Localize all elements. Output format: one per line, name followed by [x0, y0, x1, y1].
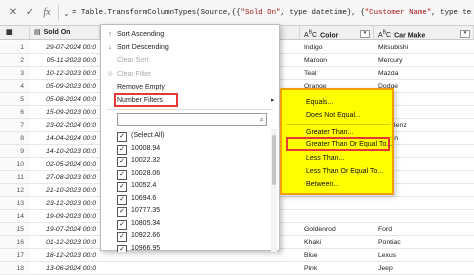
search-icon: ⌕	[259, 115, 264, 124]
filter-icon: ⊘	[107, 71, 113, 78]
chevron-down-icon[interactable]: ▾	[460, 30, 470, 38]
filter-value-item[interactable]: ✓ 10008.94	[117, 142, 160, 155]
chevron-down-icon[interactable]: ▾	[360, 30, 370, 38]
filter-value-item[interactable]: ✓ 10922.66	[117, 229, 160, 242]
text-type-icon: ABC	[304, 30, 318, 40]
formula-input[interactable]: = Table.TransformColumnTypes(Source,{{"S…	[72, 6, 472, 20]
submenu-item-equals[interactable]: Equals...	[306, 97, 333, 109]
submenu-item-less-than[interactable]: Less Than...	[306, 153, 344, 165]
menu-item-clear-sort: Clear Sort	[117, 57, 149, 64]
menu-divider	[107, 109, 273, 110]
sort-ascending-icon: ↑	[108, 31, 112, 38]
column-header-color[interactable]: ABC Color ▾	[300, 26, 374, 40]
menu-item-sort-descending[interactable]: Sort Descending	[117, 41, 169, 54]
formula-bar: ✕ ✓ fx ⌄ = Table.TransformColumnTypes(So…	[0, 0, 474, 26]
checkbox-icon[interactable]: ✓	[117, 157, 127, 167]
formula-string: "Customer Name"	[364, 9, 432, 17]
text-type-icon: ABC	[378, 30, 392, 40]
checkbox-icon[interactable]: ✓	[117, 169, 127, 180]
filter-value-item[interactable]: ✓ 10052.4	[117, 179, 156, 192]
submenu-item-does-not-equal[interactable]: Does Not Equal...	[306, 110, 361, 122]
number-filters-submenu: Equals... Does Not Equal... Greater Than…	[280, 88, 394, 195]
filter-value-item[interactable]: ✓ 10022.32	[117, 154, 160, 167]
filter-value-item[interactable]: ✓ 10694.6	[117, 192, 156, 205]
filter-value-label: 10008.94	[131, 144, 161, 152]
filter-value-label: 10966.95	[131, 244, 161, 252]
chevron-right-icon: ▸	[271, 97, 275, 104]
filter-value-item[interactable]: ✓ 10777.35	[117, 204, 160, 217]
formula-text-prefix: = Table.TransformColumnTypes(Source,{{	[72, 9, 241, 17]
filter-value-list: ✓ (Select All) ✓ 10008.94 ✓ 10022.32 ✓ 10028.06…	[117, 129, 277, 252]
column-header-label: Color	[320, 32, 339, 40]
submenu-divider	[286, 124, 390, 125]
select-all-checkbox[interactable]: ✓ (Select All)	[117, 129, 164, 142]
filter-value-item[interactable]: ✓ 10805.34	[117, 217, 160, 230]
filter-value-label: 10052.4	[131, 182, 157, 189]
menu-item-clear-filter: Clear Filter	[117, 71, 152, 78]
filter-value-item[interactable]: ✓ 10966.95	[117, 242, 161, 252]
menu-item-number-filters[interactable]: Number Filters	[117, 94, 163, 107]
filter-value-item[interactable]: ✓ 10028.06	[117, 167, 160, 180]
formula-string: "Sold On"	[240, 9, 281, 17]
column-header-hidden	[280, 26, 300, 40]
menu-item-sort-ascending[interactable]: Sort Ascending	[117, 28, 164, 41]
formula-text-mid: , type text},	[431, 9, 472, 17]
column-header-sold-on[interactable]: ▤ Sold On	[30, 26, 100, 40]
filter-value-label: 10777.35	[131, 207, 161, 214]
filter-value-label: 10922.66	[131, 232, 161, 239]
filter-value-label: 10805.34	[131, 219, 161, 227]
sort-descending-icon: ↓	[108, 44, 112, 51]
column-header-car-make[interactable]: ABC Car Make ▾	[374, 26, 474, 40]
filter-value-label: 10022.32	[131, 157, 161, 164]
calendar-icon: ▤	[34, 29, 41, 36]
column-header-label: Sold On	[43, 29, 71, 36]
search-input[interactable]: ⌕	[117, 113, 267, 126]
chevron-down-icon[interactable]: ⌄	[63, 9, 70, 18]
checkbox-icon[interactable]: ✓	[117, 182, 127, 192]
checkbox-icon[interactable]: ✓	[117, 132, 127, 142]
checkbox-icon[interactable]: ✓	[117, 144, 127, 155]
checkbox-icon[interactable]: ✓	[117, 194, 127, 205]
submenu-item-between[interactable]: Between...	[306, 179, 339, 191]
submenu-item-less-than-or-equal[interactable]: Less Than Or Equal To...	[306, 166, 383, 178]
checkbox-icon[interactable]: ✓	[117, 232, 127, 242]
fx-button[interactable]: fx	[40, 7, 54, 19]
submenu-item-greater-than-or-equal[interactable]: Greater Than Or Equal To...	[306, 139, 392, 151]
filter-value-label: 10028.06	[131, 169, 161, 177]
table-corner-icon[interactable]: ▦	[0, 26, 30, 40]
column-header-label: Car Make	[394, 32, 426, 40]
filter-dropdown-menu: ↑ Sort Ascending ↓ Sort Descending Clear…	[100, 24, 280, 252]
cancel-icon[interactable]: ✕	[6, 7, 20, 19]
formula-bar-divider	[58, 5, 59, 21]
formula-text-mid: , type datetime}, {	[280, 9, 365, 17]
confirm-icon[interactable]: ✓	[23, 7, 37, 19]
checkbox-icon[interactable]: ✓	[117, 219, 127, 230]
filter-value-label: 10694.6	[131, 194, 157, 202]
scrollbar-thumb[interactable]	[272, 135, 276, 185]
filter-value-label: (Select All)	[131, 132, 165, 139]
checkbox-icon[interactable]: ✓	[117, 207, 127, 217]
